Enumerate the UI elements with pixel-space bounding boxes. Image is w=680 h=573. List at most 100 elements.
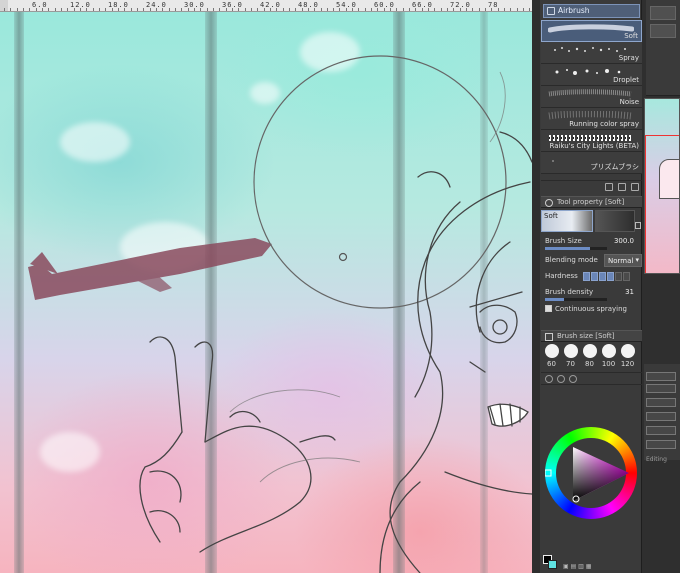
navigator-preview[interactable] — [644, 98, 680, 274]
ruler-tick — [460, 8, 461, 11]
ruler-tick — [447, 8, 448, 11]
brush-density-row[interactable]: Brush density 31 — [541, 286, 642, 301]
brush-item-spray[interactable]: Spray — [541, 42, 642, 64]
ruler-tick — [491, 8, 492, 11]
preview-stroke — [595, 210, 635, 232]
ruler-tick — [523, 8, 524, 11]
size-preset[interactable]: 100 — [600, 344, 617, 368]
airbrush-icon — [547, 7, 555, 15]
ruler-tick — [377, 8, 378, 11]
ruler-tick — [327, 8, 328, 11]
continuous-spraying-checkbox[interactable] — [545, 305, 552, 312]
size-value: 100 — [601, 360, 616, 368]
brush-name: Droplet — [613, 76, 639, 84]
brush-item-noise[interactable]: Noise — [541, 86, 642, 108]
hardness-step[interactable] — [607, 272, 614, 281]
layer-row[interactable] — [646, 412, 676, 421]
size-dot — [563, 344, 578, 358]
ruler-tick — [384, 8, 385, 11]
brush-density-slider[interactable] — [545, 298, 607, 301]
hardness-selector[interactable] — [583, 272, 630, 281]
hardness-label: Hardness — [545, 272, 578, 280]
ruler-tick — [472, 8, 473, 11]
tool-panel: Airbrush Soft Spray Droplet Noise Runnin… — [532, 0, 642, 573]
ruler-tick — [434, 8, 435, 11]
color-status: ▣ ▤ ▥ ▦ — [563, 563, 592, 570]
ruler-tick — [23, 8, 24, 11]
color-triangle[interactable] — [545, 427, 637, 519]
copy-icon[interactable] — [605, 183, 613, 191]
ruler-tick — [529, 8, 530, 11]
color-set-icon[interactable] — [557, 375, 565, 383]
ruler-tick — [358, 8, 359, 11]
sub-tool-group-tab[interactable]: Airbrush — [543, 4, 640, 18]
trash-icon[interactable] — [631, 183, 639, 191]
color-wheel[interactable] — [545, 427, 637, 519]
brush-item-droplet[interactable]: Droplet — [541, 64, 642, 86]
new-icon[interactable] — [618, 183, 626, 191]
size-preset[interactable]: 60 — [543, 344, 560, 368]
brush-name: Soft — [624, 32, 638, 40]
brush-item-running-color-spray[interactable]: Running color spray — [541, 108, 642, 130]
hardness-step[interactable] — [583, 272, 590, 281]
layer-panel-toolbar — [646, 0, 680, 96]
layer-row[interactable] — [646, 426, 676, 435]
lock-icon[interactable] — [635, 222, 641, 229]
layer-row[interactable] — [646, 384, 676, 393]
brush-density-fill — [545, 298, 565, 301]
brush-item-soft[interactable]: Soft — [541, 20, 642, 42]
brush-density-value[interactable]: 31 — [625, 286, 634, 299]
ruler-tick — [371, 8, 372, 11]
ruler-tick — [403, 8, 404, 11]
size-preset[interactable]: 80 — [581, 344, 598, 368]
brush-size-slider[interactable] — [545, 247, 607, 250]
layer-thumb[interactable] — [650, 24, 676, 38]
ruler-tick — [352, 8, 353, 11]
brush-list-toolbar — [541, 180, 642, 192]
ruler-tick — [479, 8, 480, 11]
sub-color-swatch[interactable] — [548, 560, 557, 569]
size-dot — [620, 344, 635, 358]
layer-thumb[interactable] — [650, 6, 676, 20]
ruler-tick — [131, 8, 132, 11]
size-dot — [601, 344, 616, 358]
color-wheel-icon[interactable] — [545, 375, 553, 383]
brush-size-value[interactable]: 300.0 — [614, 235, 634, 248]
continuous-spraying-row[interactable]: Continuous spraying — [541, 303, 642, 318]
hardness-step[interactable] — [591, 272, 598, 281]
preview-soft[interactable]: Soft — [541, 210, 593, 232]
ruler-tick — [80, 8, 81, 11]
ruler-tick — [308, 8, 309, 11]
brush-item-city-lights[interactable]: Raiku's City Lights (BETA) — [541, 130, 642, 152]
brush-name: Raiku's City Lights (BETA) — [549, 142, 639, 150]
hardness-step[interactable] — [599, 272, 606, 281]
size-preset[interactable]: 70 — [562, 344, 579, 368]
ruler-tick — [283, 8, 284, 11]
tool-property-title: Tool property [Soft] — [557, 198, 625, 206]
ruler-tick — [339, 8, 340, 11]
ruler-tick — [118, 8, 119, 11]
layer-row[interactable] — [646, 440, 676, 449]
ruler-tick — [422, 8, 423, 11]
size-preset[interactable]: 120 — [619, 344, 636, 368]
ruler-tick — [188, 8, 189, 11]
ruler-tick — [162, 8, 163, 11]
blending-mode-label: Blending mode — [545, 256, 598, 264]
brush-size-panel-header: Brush size [Soft] — [541, 330, 642, 342]
color-history-icon[interactable] — [569, 375, 577, 383]
hardness-step[interactable] — [623, 272, 630, 281]
brush-size-row[interactable]: Brush Size 300.0 — [541, 235, 642, 250]
drawing-canvas[interactable] — [0, 12, 532, 573]
ruler-tick — [396, 8, 397, 11]
layer-row[interactable] — [646, 372, 676, 381]
ruler-tick — [86, 8, 87, 11]
layer-row[interactable] — [646, 398, 676, 407]
ruler-tick — [169, 8, 170, 11]
ruler-tick — [314, 8, 315, 11]
blending-mode-select[interactable]: Normal — [604, 254, 642, 267]
ruler-tick — [251, 8, 252, 11]
brush-item-prism[interactable]: プリズムブラシ — [541, 152, 642, 174]
ruler-tick — [245, 8, 246, 11]
ruler-tick — [441, 8, 442, 11]
hardness-step[interactable] — [615, 272, 622, 281]
